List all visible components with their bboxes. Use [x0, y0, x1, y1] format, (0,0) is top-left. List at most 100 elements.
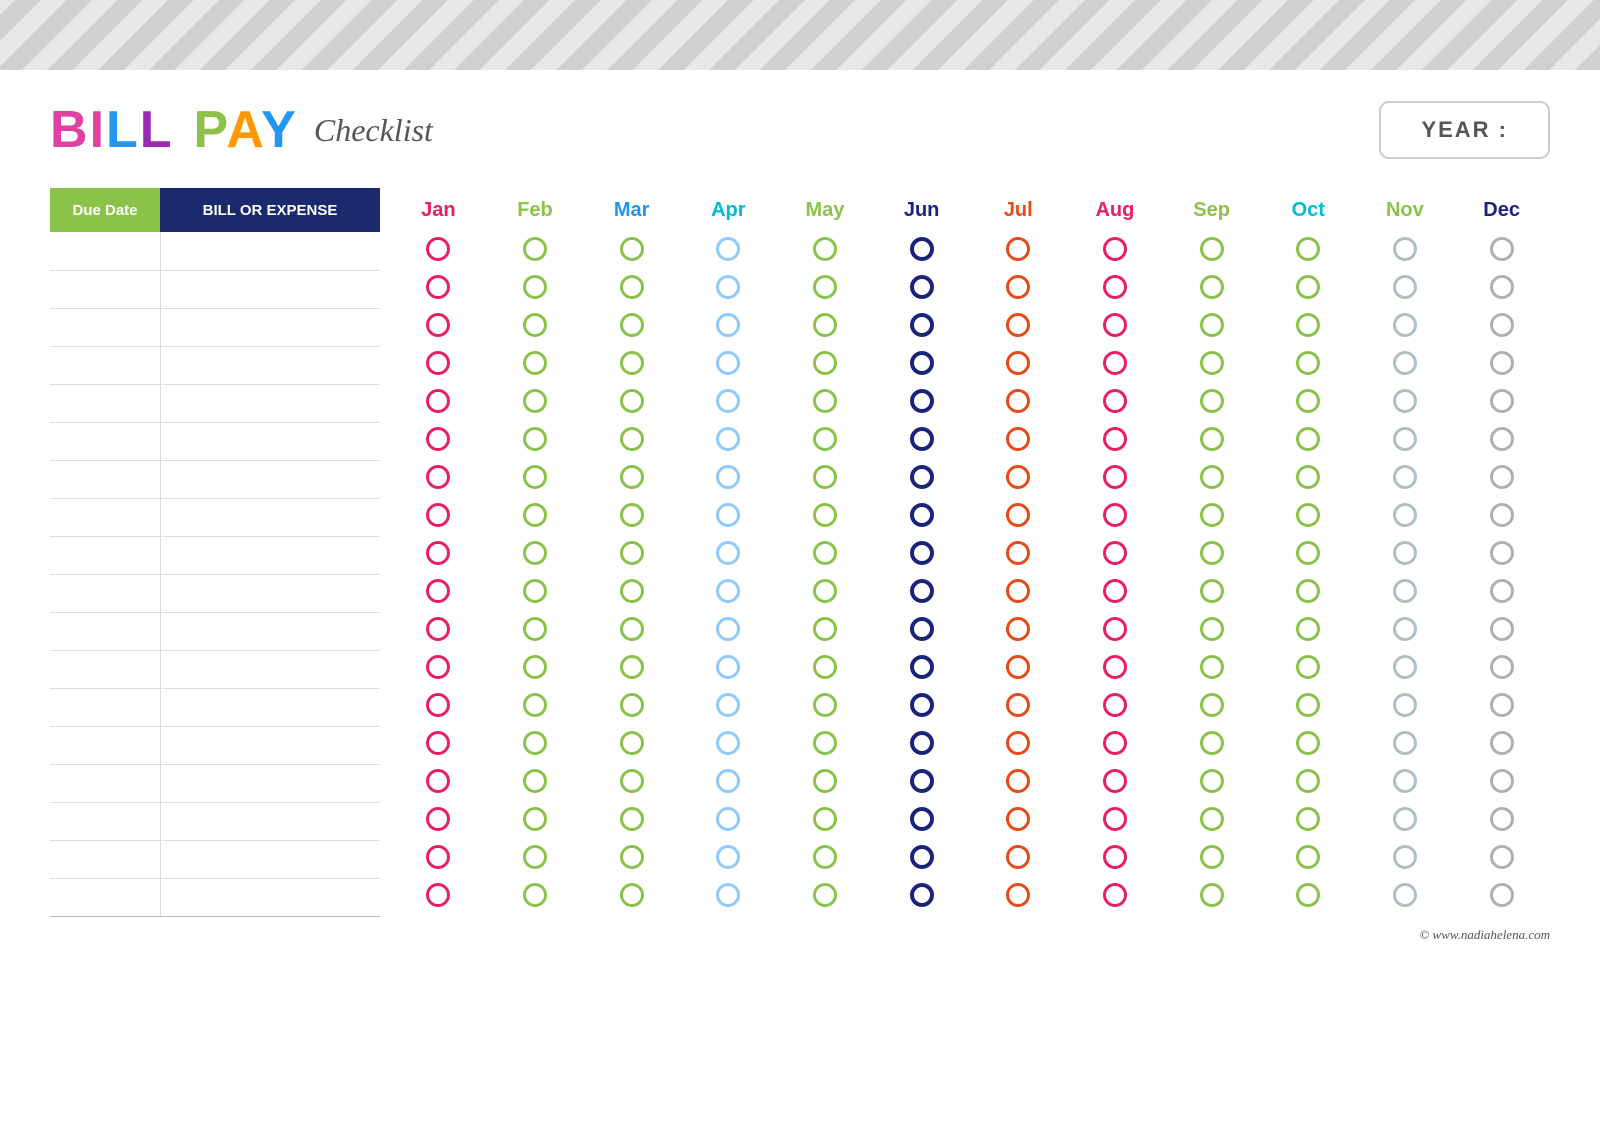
checkbox-circle-aug[interactable] [1103, 883, 1127, 907]
bill-cell[interactable] [160, 384, 380, 422]
checkbox-circle-dec[interactable] [1490, 389, 1514, 413]
checkbox-circle-dec[interactable] [1490, 503, 1514, 527]
checkbox-circle-apr[interactable] [716, 845, 740, 869]
checkbox-circle-aug[interactable] [1103, 389, 1127, 413]
checkbox-circle-aug[interactable] [1103, 807, 1127, 831]
checkbox-circle-mar[interactable] [620, 237, 644, 261]
checkbox-circle-jan[interactable] [426, 579, 450, 603]
due-date-cell[interactable] [50, 574, 160, 612]
checkbox-circle-nov[interactable] [1393, 389, 1417, 413]
checkbox-circle-jun[interactable] [910, 769, 934, 793]
checkbox-circle-feb[interactable] [523, 275, 547, 299]
checkbox-circle-feb[interactable] [523, 465, 547, 489]
checkbox-circle-apr[interactable] [716, 351, 740, 375]
checkbox-circle-jul[interactable] [1006, 427, 1030, 451]
checkbox-circle-may[interactable] [813, 807, 837, 831]
checkbox-circle-oct[interactable] [1296, 503, 1320, 527]
checkbox-circle-mar[interactable] [620, 845, 644, 869]
checkbox-circle-aug[interactable] [1103, 313, 1127, 337]
checkbox-circle-nov[interactable] [1393, 237, 1417, 261]
checkbox-circle-may[interactable] [813, 427, 837, 451]
checkbox-circle-jul[interactable] [1006, 579, 1030, 603]
bill-cell[interactable] [160, 270, 380, 308]
checkbox-circle-nov[interactable] [1393, 275, 1417, 299]
checkbox-circle-jun[interactable] [910, 617, 934, 641]
checkbox-circle-dec[interactable] [1490, 845, 1514, 869]
checkbox-circle-nov[interactable] [1393, 579, 1417, 603]
checkbox-circle-dec[interactable] [1490, 807, 1514, 831]
checkbox-circle-feb[interactable] [523, 503, 547, 527]
checkbox-circle-sep[interactable] [1200, 731, 1224, 755]
checkbox-circle-aug[interactable] [1103, 655, 1127, 679]
checkbox-circle-apr[interactable] [716, 617, 740, 641]
checkbox-circle-jan[interactable] [426, 427, 450, 451]
checkbox-circle-sep[interactable] [1200, 617, 1224, 641]
checkbox-circle-feb[interactable] [523, 351, 547, 375]
checkbox-circle-jun[interactable] [910, 465, 934, 489]
checkbox-circle-feb[interactable] [523, 617, 547, 641]
bill-cell[interactable] [160, 536, 380, 574]
checkbox-circle-sep[interactable] [1200, 275, 1224, 299]
checkbox-circle-dec[interactable] [1490, 541, 1514, 565]
checkbox-circle-jun[interactable] [910, 503, 934, 527]
checkbox-circle-feb[interactable] [523, 769, 547, 793]
checkbox-circle-oct[interactable] [1296, 275, 1320, 299]
checkbox-circle-feb[interactable] [523, 579, 547, 603]
checkbox-circle-jan[interactable] [426, 655, 450, 679]
checkbox-circle-aug[interactable] [1103, 769, 1127, 793]
checkbox-circle-apr[interactable] [716, 237, 740, 261]
checkbox-circle-jul[interactable] [1006, 275, 1030, 299]
checkbox-circle-dec[interactable] [1490, 769, 1514, 793]
checkbox-circle-apr[interactable] [716, 275, 740, 299]
checkbox-circle-aug[interactable] [1103, 237, 1127, 261]
checkbox-circle-jan[interactable] [426, 693, 450, 717]
checkbox-circle-feb[interactable] [523, 313, 547, 337]
checkbox-circle-apr[interactable] [716, 731, 740, 755]
checkbox-circle-nov[interactable] [1393, 313, 1417, 337]
checkbox-circle-dec[interactable] [1490, 693, 1514, 717]
checkbox-circle-jan[interactable] [426, 351, 450, 375]
due-date-cell[interactable] [50, 422, 160, 460]
bill-cell[interactable] [160, 574, 380, 612]
checkbox-circle-jan[interactable] [426, 275, 450, 299]
checkbox-circle-feb[interactable] [523, 845, 547, 869]
checkbox-circle-may[interactable] [813, 237, 837, 261]
bill-cell[interactable] [160, 460, 380, 498]
checkbox-circle-mar[interactable] [620, 807, 644, 831]
checkbox-circle-jul[interactable] [1006, 351, 1030, 375]
checkbox-circle-mar[interactable] [620, 313, 644, 337]
checkbox-circle-may[interactable] [813, 769, 837, 793]
checkbox-circle-dec[interactable] [1490, 427, 1514, 451]
checkbox-circle-nov[interactable] [1393, 807, 1417, 831]
checkbox-circle-nov[interactable] [1393, 731, 1417, 755]
checkbox-circle-dec[interactable] [1490, 237, 1514, 261]
checkbox-circle-oct[interactable] [1296, 579, 1320, 603]
checkbox-circle-mar[interactable] [620, 655, 644, 679]
checkbox-circle-oct[interactable] [1296, 351, 1320, 375]
checkbox-circle-oct[interactable] [1296, 845, 1320, 869]
checkbox-circle-oct[interactable] [1296, 693, 1320, 717]
checkbox-circle-apr[interactable] [716, 427, 740, 451]
checkbox-circle-apr[interactable] [716, 693, 740, 717]
checkbox-circle-aug[interactable] [1103, 541, 1127, 565]
checkbox-circle-jul[interactable] [1006, 769, 1030, 793]
checkbox-circle-dec[interactable] [1490, 275, 1514, 299]
checkbox-circle-feb[interactable] [523, 807, 547, 831]
checkbox-circle-nov[interactable] [1393, 465, 1417, 489]
checkbox-circle-jan[interactable] [426, 503, 450, 527]
checkbox-circle-jan[interactable] [426, 807, 450, 831]
checkbox-circle-sep[interactable] [1200, 503, 1224, 527]
checkbox-circle-sep[interactable] [1200, 883, 1224, 907]
checkbox-circle-jan[interactable] [426, 465, 450, 489]
checkbox-circle-oct[interactable] [1296, 465, 1320, 489]
checkbox-circle-jun[interactable] [910, 389, 934, 413]
bill-cell[interactable] [160, 764, 380, 802]
checkbox-circle-may[interactable] [813, 693, 837, 717]
checkbox-circle-apr[interactable] [716, 541, 740, 565]
bill-cell[interactable] [160, 308, 380, 346]
due-date-cell[interactable] [50, 878, 160, 916]
checkbox-circle-jul[interactable] [1006, 389, 1030, 413]
checkbox-circle-jul[interactable] [1006, 807, 1030, 831]
bill-cell[interactable] [160, 802, 380, 840]
checkbox-circle-dec[interactable] [1490, 883, 1514, 907]
